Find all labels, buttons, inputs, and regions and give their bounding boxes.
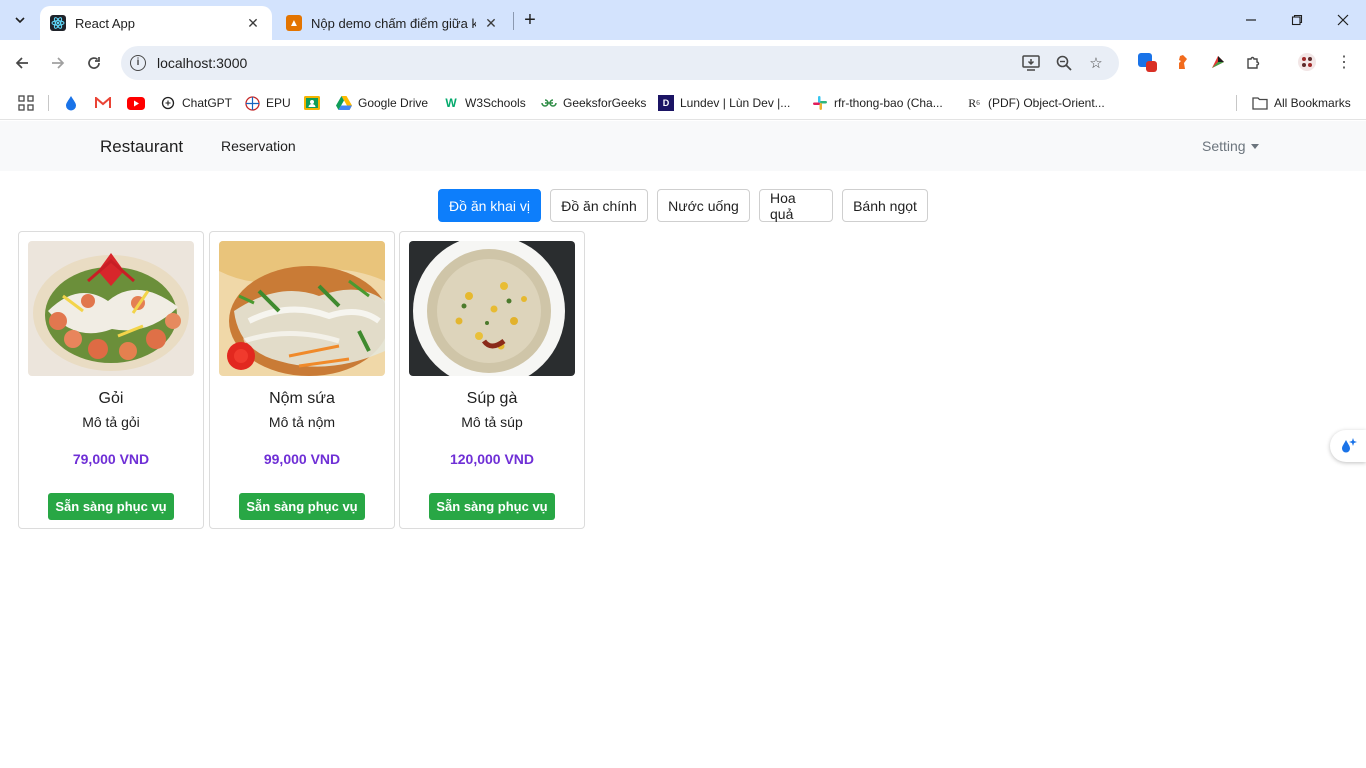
tab-title: Nộp demo chấm điểm giữa kỳ xyxy=(311,15,476,31)
bookmark-w3schools[interactable]: W W3Schools xyxy=(443,92,526,114)
bookmark-rfr-thong-bao[interactable]: rfr-thong-bao (Cha... xyxy=(812,92,943,114)
bookmarks-divider xyxy=(1236,95,1237,111)
forward-arrow-icon[interactable] xyxy=(46,51,70,75)
dish-card-goi: Gỏi Mô tả gỏi 79,000 VND Sẵn sàng phục v… xyxy=(18,231,204,529)
dish-description: Mô tả gỏi xyxy=(82,414,140,430)
ready-to-serve-button[interactable]: Sẵn sàng phục vụ xyxy=(48,493,174,520)
category-button-banh-ngot[interactable]: Bánh ngọt xyxy=(842,189,928,222)
bookmark-label: GeeksforGeeks xyxy=(563,96,647,110)
category-button-nuoc-uong[interactable]: Nước uống xyxy=(657,189,750,222)
dish-price: 120,000 VND xyxy=(449,451,535,467)
dish-image-nom-sua xyxy=(219,241,385,376)
bookmark-epu[interactable]: EPU xyxy=(244,92,291,114)
reload-icon[interactable] xyxy=(82,51,106,75)
w3schools-icon: W xyxy=(445,96,457,110)
epu-icon xyxy=(244,95,260,111)
chatgpt-icon xyxy=(160,95,176,111)
youtube-icon[interactable] xyxy=(127,92,145,114)
slack-icon xyxy=(812,95,828,111)
extension-color-icon[interactable] xyxy=(1208,52,1228,72)
category-button-hoa-qua[interactable]: Hoa quả xyxy=(759,189,833,222)
navbar-brand[interactable]: Restaurant xyxy=(100,137,183,157)
dish-name: Nộm sứa xyxy=(269,390,335,407)
minimize-icon[interactable] xyxy=(1238,7,1264,33)
zoom-icon[interactable] xyxy=(1054,53,1074,73)
setting-dropdown[interactable]: Setting xyxy=(1202,138,1259,154)
all-bookmarks-label: All Bookmarks xyxy=(1274,96,1351,110)
bookmark-lundev[interactable]: D Lundev | Lùn Dev |... xyxy=(658,92,790,114)
bookmark-chatgpt[interactable]: ChatGPT xyxy=(160,92,232,114)
install-app-icon[interactable] xyxy=(1021,53,1041,73)
tab-title: React App xyxy=(75,15,135,31)
bookmark-star-icon[interactable]: ☆ xyxy=(1086,53,1106,73)
bookmark-label: (PDF) Object-Orient... xyxy=(988,96,1105,110)
bookmark-label: W3Schools xyxy=(465,96,526,110)
bookmark-google-drive[interactable]: Google Drive xyxy=(336,92,428,114)
react-icon xyxy=(50,15,66,31)
chrome-menu-icon[interactable]: ⋮ xyxy=(1334,52,1354,72)
extension-todo-icon[interactable] xyxy=(1137,52,1157,72)
tab-react-app[interactable]: React App ✕ xyxy=(40,6,272,40)
address-bar[interactable]: i localhost:3000 ☆ xyxy=(121,46,1119,80)
classroom-bookmark-icon[interactable] xyxy=(304,92,320,114)
google-drive-icon xyxy=(336,95,352,111)
water-drop-icon[interactable] xyxy=(64,92,78,114)
bookmark-pdf-object-oriented[interactable]: R6 (PDF) Object-Orient... xyxy=(966,92,1105,114)
ready-to-serve-button[interactable]: Sẵn sàng phục vụ xyxy=(429,493,555,520)
apps-grid-icon[interactable] xyxy=(18,92,34,114)
bookmark-label: EPU xyxy=(266,96,291,110)
dish-card-nom-sua: Nộm sứa Mô tả nộm 99,000 VND Sẵn sàng ph… xyxy=(209,231,395,529)
dish-card-sup-ga: Súp gà Mô tả súp 120,000 VND Sẵn sàng ph… xyxy=(399,231,585,529)
sparkle-assistant-icon[interactable] xyxy=(1330,430,1366,462)
tab-search-chevron-icon[interactable] xyxy=(8,8,32,32)
dish-description: Mô tả nộm xyxy=(268,414,336,430)
dish-name: Súp gà xyxy=(466,390,518,407)
extension-chess-icon[interactable] xyxy=(1172,52,1192,72)
tab-nop-demo[interactable]: ▲ Nộp demo chấm điểm giữa kỳ ✕ xyxy=(276,6,510,40)
researchgate-icon: R6 xyxy=(968,95,980,110)
geeksforgeeks-icon xyxy=(541,95,557,111)
site-info-icon[interactable]: i xyxy=(130,55,146,71)
dish-description: Mô tả súp xyxy=(461,414,523,430)
bookmark-label: rfr-thong-bao (Cha... xyxy=(834,96,943,110)
dish-image-goi xyxy=(28,241,194,376)
bookmark-label: Lundev | Lùn Dev |... xyxy=(680,96,791,110)
browser-tab-strip: React App ✕ ▲ Nộp demo chấm điểm giữa kỳ… xyxy=(0,0,1366,40)
category-button-khai-vi[interactable]: Đồ ăn khai vị xyxy=(438,189,541,222)
extensions-puzzle-icon[interactable] xyxy=(1244,52,1264,72)
url-text[interactable]: localhost:3000 xyxy=(157,55,247,71)
new-tab-plus-icon[interactable]: + xyxy=(519,9,541,31)
category-button-mon-chinh[interactable]: Đồ ăn chính xyxy=(550,189,648,222)
caret-down-icon xyxy=(1250,143,1259,149)
lundev-icon: D xyxy=(658,95,674,111)
dish-image-sup-ga xyxy=(409,241,575,376)
app-navbar: Restaurant Reservation Setting xyxy=(0,121,1366,171)
bookmarks-divider xyxy=(48,95,49,111)
classroom-icon: ▲ xyxy=(286,15,302,31)
dish-name: Gỏi xyxy=(98,390,124,407)
bookmarks-bar: ChatGPT EPU Google Drive W W3Schools Gee… xyxy=(0,86,1366,120)
gmail-icon[interactable] xyxy=(95,92,111,114)
dish-price: 99,000 VND xyxy=(263,451,341,467)
close-tab-icon[interactable]: ✕ xyxy=(482,14,500,32)
all-bookmarks-folder[interactable]: All Bookmarks xyxy=(1252,92,1351,114)
dish-price: 79,000 VND xyxy=(72,451,150,467)
close-window-icon[interactable] xyxy=(1330,7,1356,33)
ready-to-serve-button[interactable]: Sẵn sàng phục vụ xyxy=(239,493,365,520)
back-arrow-icon[interactable] xyxy=(10,51,34,75)
bookmark-geeksforgeeks[interactable]: GeeksforGeeks xyxy=(541,92,646,114)
nav-link-reservation[interactable]: Reservation xyxy=(221,138,296,154)
tab-divider xyxy=(513,12,514,30)
folder-icon xyxy=(1252,95,1268,111)
profile-avatar[interactable] xyxy=(1297,52,1317,72)
setting-label: Setting xyxy=(1202,138,1246,154)
browser-toolbar: i localhost:3000 ☆ ⋮ xyxy=(0,40,1366,86)
bookmark-label: Google Drive xyxy=(358,96,429,110)
close-tab-icon[interactable]: ✕ xyxy=(244,14,262,32)
bookmark-label: ChatGPT xyxy=(182,96,233,110)
restore-icon[interactable] xyxy=(1284,7,1310,33)
